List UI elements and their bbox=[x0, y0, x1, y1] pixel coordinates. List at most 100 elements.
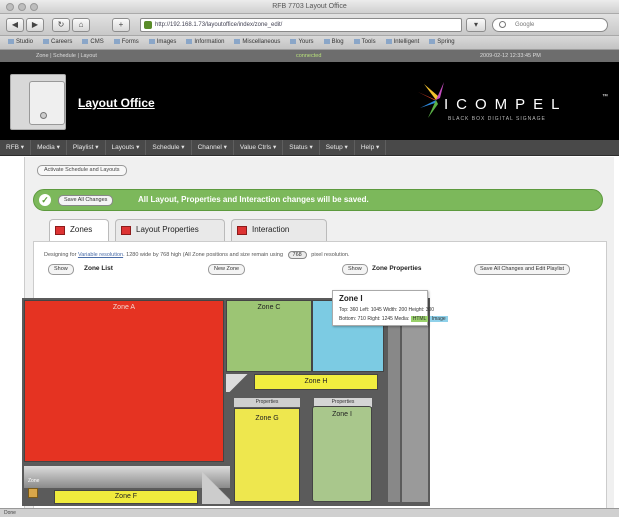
zone-geometry-row: Top: 360 Left: 1045 Width: 200 Height: 3… bbox=[339, 307, 435, 313]
save-and-edit-playlist-button[interactable]: Save All Changes and Edit Playlist bbox=[474, 264, 571, 275]
app-status-strip: Zone | Schedule | Layout connected 2009-… bbox=[0, 50, 619, 62]
page-title[interactable]: Layout Office bbox=[78, 96, 155, 110]
bookmark-label: Spring bbox=[437, 39, 455, 45]
bookmark-folder-icon bbox=[234, 39, 241, 44]
bookmarks-bar: Studio Careers CMS Forms Images Information Mi… bbox=[0, 36, 619, 50]
bookmark-folder-icon bbox=[353, 39, 360, 44]
media-image-badge[interactable]: Image bbox=[429, 316, 448, 322]
new-zone-button[interactable]: New Zone bbox=[208, 264, 246, 275]
menu-item[interactable]: Setup ▾ bbox=[320, 140, 355, 155]
bookmark-item[interactable]: Information bbox=[184, 39, 226, 45]
show-zone-list-button[interactable]: Show bbox=[48, 264, 74, 275]
menu-item[interactable]: Schedule ▾ bbox=[146, 140, 192, 155]
zone-i[interactable]: Zone I bbox=[312, 406, 372, 502]
bookmark-item[interactable]: Careers bbox=[41, 39, 74, 45]
zone-c-label: Zone C bbox=[257, 304, 281, 311]
save-banner: ✓ Save All Changes All Layout, Propertie… bbox=[33, 189, 603, 211]
bottom-zone-label: Zone bbox=[28, 478, 40, 484]
menu-item[interactable]: Help ▾ bbox=[355, 140, 387, 155]
reload-button[interactable]: ↻ bbox=[52, 18, 70, 32]
layout-properties-icon bbox=[121, 226, 131, 235]
bookmark-item[interactable]: Yours bbox=[288, 39, 315, 45]
home-button[interactable]: ⌂ bbox=[72, 18, 90, 32]
device-button-icon bbox=[40, 112, 47, 119]
forward-button[interactable]: ▶ bbox=[26, 18, 44, 32]
address-bar[interactable]: http://192.168.1.73/layoutoffice/index/z… bbox=[140, 18, 462, 32]
bookmark-label: CMS bbox=[90, 39, 104, 45]
bookmark-item[interactable]: Studio bbox=[6, 39, 35, 45]
zone-g[interactable]: Zone G bbox=[234, 408, 300, 502]
bookmark-folder-icon bbox=[290, 39, 297, 44]
bookmark-folder-icon bbox=[323, 39, 330, 44]
bookmark-item[interactable]: Blog bbox=[322, 39, 346, 45]
tab-layout-properties-label: Layout Properties bbox=[136, 225, 199, 234]
bookmark-label: Forms bbox=[121, 39, 139, 45]
zone-g-header[interactable]: Properties bbox=[234, 398, 300, 407]
zone-a-label: Zone A bbox=[112, 304, 136, 311]
brand-logo-text: ICOMPEL bbox=[444, 96, 568, 113]
resolution-select[interactable]: 768 bbox=[287, 251, 307, 259]
tab-interaction[interactable]: Interaction bbox=[231, 219, 327, 241]
menu-item[interactable]: Playlist ▾ bbox=[67, 140, 106, 155]
search-input[interactable]: Google bbox=[492, 18, 608, 32]
app-icon bbox=[10, 74, 66, 130]
menu-item[interactable]: Media ▾ bbox=[31, 140, 67, 155]
bookmark-label: Yours bbox=[298, 39, 314, 45]
desc-mid: . 1280 wide by 768 high (All Zone positi… bbox=[123, 252, 284, 258]
bookmark-folder-icon bbox=[385, 39, 392, 44]
desc-suffix: pixel resolution. bbox=[311, 252, 350, 258]
bookmark-label: Blog bbox=[331, 39, 344, 45]
tab-interaction-label: Interaction bbox=[252, 225, 290, 234]
resolution-description: Designing for Variable resolution. 1280 … bbox=[44, 251, 349, 259]
address-text: http://192.168.1.73/layoutoffice/index/z… bbox=[155, 22, 283, 28]
menu-item[interactable]: Value Ctrls ▾ bbox=[234, 140, 284, 155]
zone-h-label: Zone H bbox=[304, 378, 328, 385]
app-header: Layout Office ICOMPEL ™ BLACK BOX DIGITA… bbox=[0, 62, 619, 140]
zone-i-label: Zone I bbox=[332, 411, 352, 418]
selected-zone-title: Zone I bbox=[339, 294, 363, 303]
check-icon: ✓ bbox=[39, 194, 51, 206]
save-all-changes-button[interactable]: Save All Changes bbox=[58, 195, 114, 206]
bookmark-folder-icon bbox=[43, 39, 50, 44]
bookmark-label: Careers bbox=[51, 39, 73, 45]
bookmark-item[interactable]: Spring bbox=[427, 39, 456, 45]
zone-a[interactable]: Zone A bbox=[24, 300, 224, 462]
activate-schedule-button[interactable]: Activate Schedule and Layouts bbox=[37, 165, 127, 176]
browser-statusbar: Done bbox=[0, 508, 619, 517]
tab-zones-label: Zones bbox=[70, 225, 93, 234]
vertical-divider bbox=[388, 300, 400, 502]
search-placeholder: Google bbox=[515, 22, 535, 28]
menu-item[interactable]: Channel ▾ bbox=[192, 140, 234, 155]
bookmark-item[interactable]: Forms bbox=[112, 39, 141, 45]
add-bookmark-button[interactable]: + bbox=[112, 18, 130, 32]
tab-zones[interactable]: Zones bbox=[49, 219, 109, 241]
bookmark-item[interactable]: CMS bbox=[80, 39, 105, 45]
bottom-zone-strip bbox=[24, 466, 230, 488]
bookmark-label: Intelligent bbox=[393, 39, 420, 45]
bookmark-item[interactable]: Intelligent bbox=[384, 39, 422, 45]
zone-f[interactable]: Zone F bbox=[54, 490, 198, 504]
menu-item[interactable]: Layouts ▾ bbox=[106, 140, 147, 155]
zone-properties-label: Zone Properties bbox=[372, 265, 422, 272]
tab-layout-properties[interactable]: Layout Properties bbox=[115, 219, 225, 241]
bookmark-item[interactable]: Images bbox=[147, 39, 179, 45]
bookmark-folder-icon bbox=[113, 39, 120, 44]
back-button[interactable]: ◀ bbox=[6, 18, 24, 32]
rss-button[interactable]: ▾ bbox=[466, 18, 486, 32]
bookmark-item[interactable]: Tools bbox=[352, 39, 378, 45]
zone-c[interactable]: Zone C bbox=[226, 300, 312, 372]
bookmark-label: Miscellaneous bbox=[242, 39, 281, 45]
variable-resolution-link[interactable]: Variable resolution bbox=[78, 252, 123, 258]
status-breadcrumb[interactable]: Zone | Schedule | Layout bbox=[36, 53, 97, 59]
menu-item[interactable]: RFB ▾ bbox=[0, 140, 32, 155]
bookmark-item[interactable]: Miscellaneous bbox=[232, 39, 282, 45]
interaction-icon bbox=[237, 226, 247, 235]
banner-message: All Layout, Properties and Interaction c… bbox=[138, 195, 369, 204]
status-datetime: 2009-02-12 12:33:45 PM bbox=[480, 53, 541, 59]
bookmark-folder-icon bbox=[148, 39, 155, 44]
show-zone-properties-button[interactable]: Show bbox=[342, 264, 368, 275]
menu-item[interactable]: Status ▾ bbox=[283, 140, 320, 155]
media-html-badge[interactable]: HTML bbox=[410, 316, 429, 322]
zone-h[interactable]: Zone H bbox=[254, 374, 378, 390]
layout-canvas[interactable]: Zone A Zone C Zone H Properties Zone G P… bbox=[22, 298, 430, 506]
